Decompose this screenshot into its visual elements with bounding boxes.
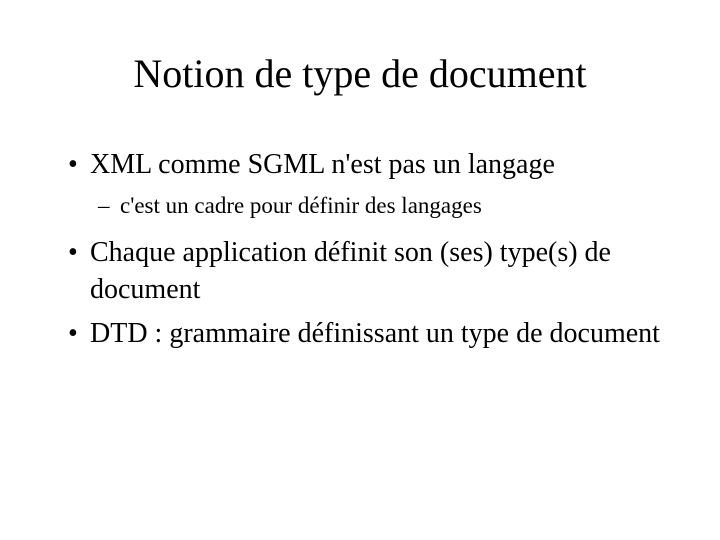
sub-bullet-item: c'est un cadre pour définir des langages — [60, 191, 660, 221]
bullet-item: Chaque application définit son (ses) typ… — [60, 235, 660, 308]
bullet-item: DTD : grammaire définissant un type de d… — [60, 316, 660, 352]
bullet-item: XML comme SGML n'est pas un langage — [60, 147, 660, 183]
slide-title: Notion de type de document — [60, 50, 660, 97]
bullet-list: XML comme SGML n'est pas un langage c'es… — [60, 147, 660, 352]
